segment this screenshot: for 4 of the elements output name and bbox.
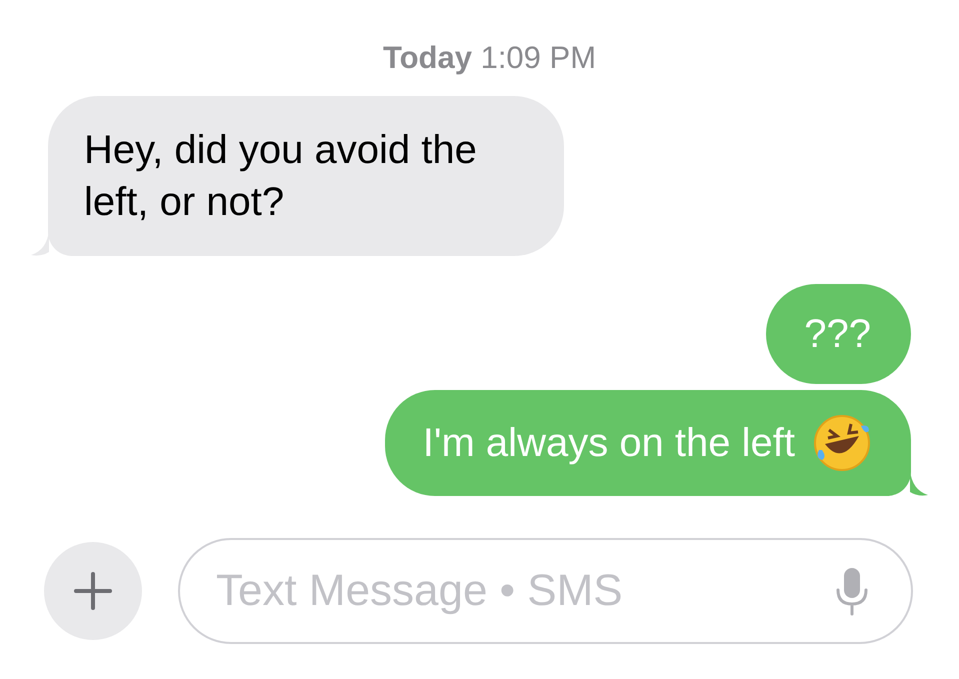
message-field[interactable]: Text Message • SMS xyxy=(178,538,913,644)
plus-icon xyxy=(73,571,113,611)
message-timestamp: Today 1:09 PM xyxy=(382,40,596,76)
sent-message-bubble: ??? xyxy=(766,284,911,384)
